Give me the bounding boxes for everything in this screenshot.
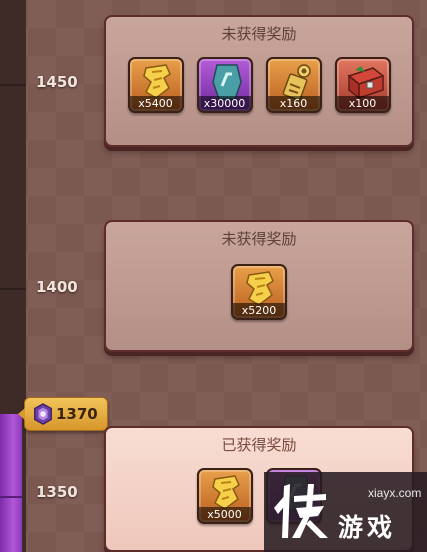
watermark-name: 游戏 — [338, 513, 397, 542]
site-watermark: xiayx.com 游戏 — [264, 472, 427, 552]
reward-quantity: x30000 — [198, 96, 251, 111]
reward-card-1400[interactable]: 未获得奖励 x5200 — [104, 220, 414, 352]
reward-card-1450[interactable]: 未获得奖励 x5400 x30000 x160 x100 — [104, 15, 414, 147]
reward-item[interactable]: x5400 — [127, 57, 184, 113]
reward-quantity: x100 — [336, 96, 389, 111]
reward-quantity: x5200 — [233, 303, 285, 318]
track-divider — [0, 496, 22, 498]
track-divider — [0, 288, 26, 290]
reward-item[interactable]: x5000 — [196, 468, 253, 524]
milestone-score-1350: 1350 — [36, 483, 78, 501]
current-score-marker: 1370 — [18, 397, 108, 431]
watermark-url: xiayx.com — [368, 486, 422, 500]
watermark-logo-icon — [274, 484, 328, 538]
reward-status-label: 未获得奖励 — [221, 25, 297, 43]
reward-quantity: x160 — [267, 96, 320, 111]
reward-item[interactable]: x5200 — [231, 264, 287, 320]
reward-quantity: x5400 — [129, 96, 182, 111]
milestone-score-1450: 1450 — [36, 73, 78, 91]
reward-item[interactable]: x30000 — [196, 57, 253, 113]
reward-quantity: x5000 — [198, 507, 251, 522]
reward-status-label: 未获得奖励 — [221, 230, 297, 248]
reward-status-label: 已获得奖励 — [221, 436, 297, 454]
progress-fill — [0, 414, 22, 552]
reward-item[interactable]: x160 — [265, 57, 322, 113]
medal-badge-icon — [34, 403, 52, 425]
reward-item[interactable]: x100 — [334, 57, 391, 113]
current-score-value: 1370 — [56, 405, 98, 423]
track-divider — [0, 84, 26, 86]
milestone-score-1400: 1400 — [36, 278, 78, 296]
